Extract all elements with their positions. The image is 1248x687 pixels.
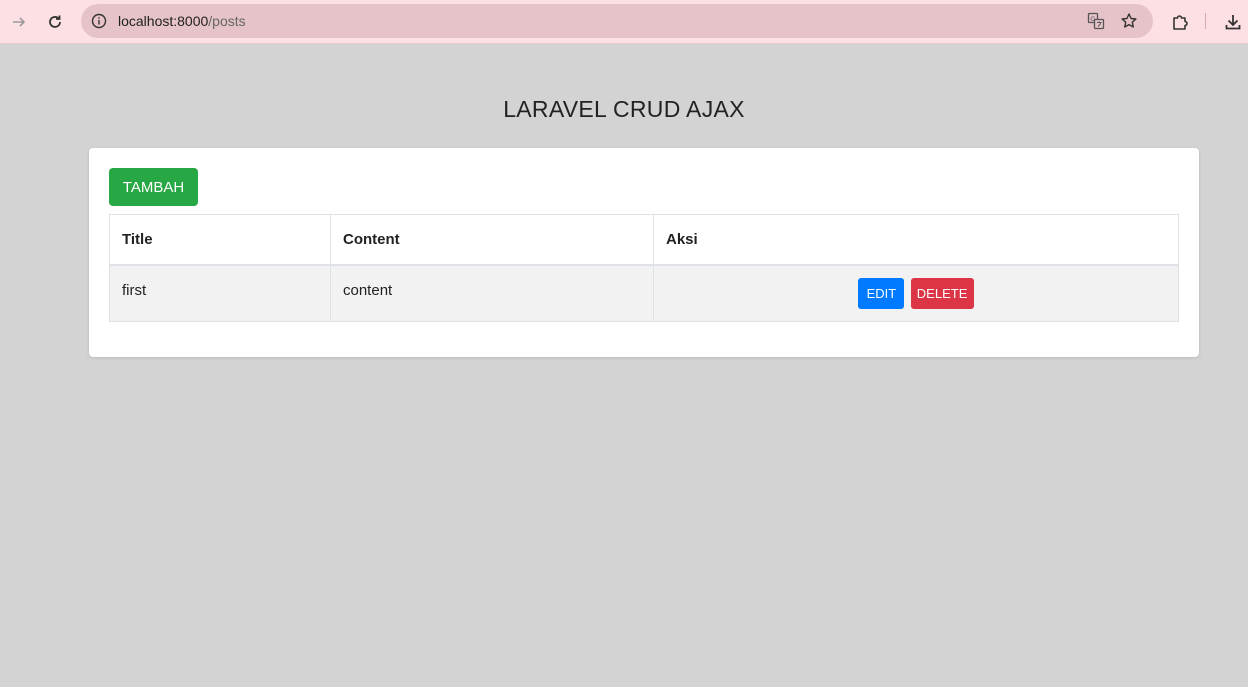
site-info-button[interactable]: [89, 11, 109, 31]
downloads-button[interactable]: [1219, 8, 1247, 36]
header-aksi: Aksi: [653, 214, 1179, 266]
browser-toolbar: localhost:8000/posts G: [0, 0, 1248, 44]
cell-title: first: [109, 264, 331, 322]
delete-button[interactable]: DELETE: [910, 277, 974, 309]
add-button[interactable]: TAMBAH: [109, 168, 198, 206]
toolbar-separator: [1205, 13, 1206, 29]
url-path: /posts: [208, 13, 246, 29]
page-title: LARAVEL CRUD AJAX: [503, 96, 745, 122]
reload-button[interactable]: [41, 8, 69, 36]
posts-card: TAMBAH Title Content Aksi first content …: [89, 148, 1199, 357]
star-icon: [1121, 13, 1137, 28]
cell-content: content: [330, 264, 654, 322]
table-row: first content EDIT DELETE: [109, 264, 1179, 322]
header-title: Title: [109, 214, 331, 266]
forward-button[interactable]: [5, 8, 33, 36]
header-content: Content: [330, 214, 654, 266]
reload-icon: [49, 15, 61, 28]
svg-text:G: G: [1090, 15, 1095, 23]
edit-button[interactable]: EDIT: [858, 277, 905, 309]
puzzle-icon: [1173, 15, 1188, 30]
arrow-right-icon: [13, 17, 26, 27]
extensions-button[interactable]: [1166, 8, 1194, 36]
cell-aksi: EDIT DELETE: [653, 264, 1179, 322]
translate-button[interactable]: G: [1086, 11, 1106, 31]
info-icon: [91, 13, 107, 29]
url-text: localhost:8000/posts: [118, 12, 246, 30]
download-icon: [1225, 15, 1241, 30]
url-host: localhost:8000: [118, 13, 209, 29]
bookmark-button[interactable]: [1119, 11, 1139, 31]
posts-table: Title Content Aksi first content EDIT DE…: [109, 214, 1179, 322]
table-header-row: Title Content Aksi: [109, 214, 1179, 266]
address-bar[interactable]: localhost:8000/posts G: [81, 4, 1153, 38]
translate-icon: G: [1087, 12, 1105, 30]
